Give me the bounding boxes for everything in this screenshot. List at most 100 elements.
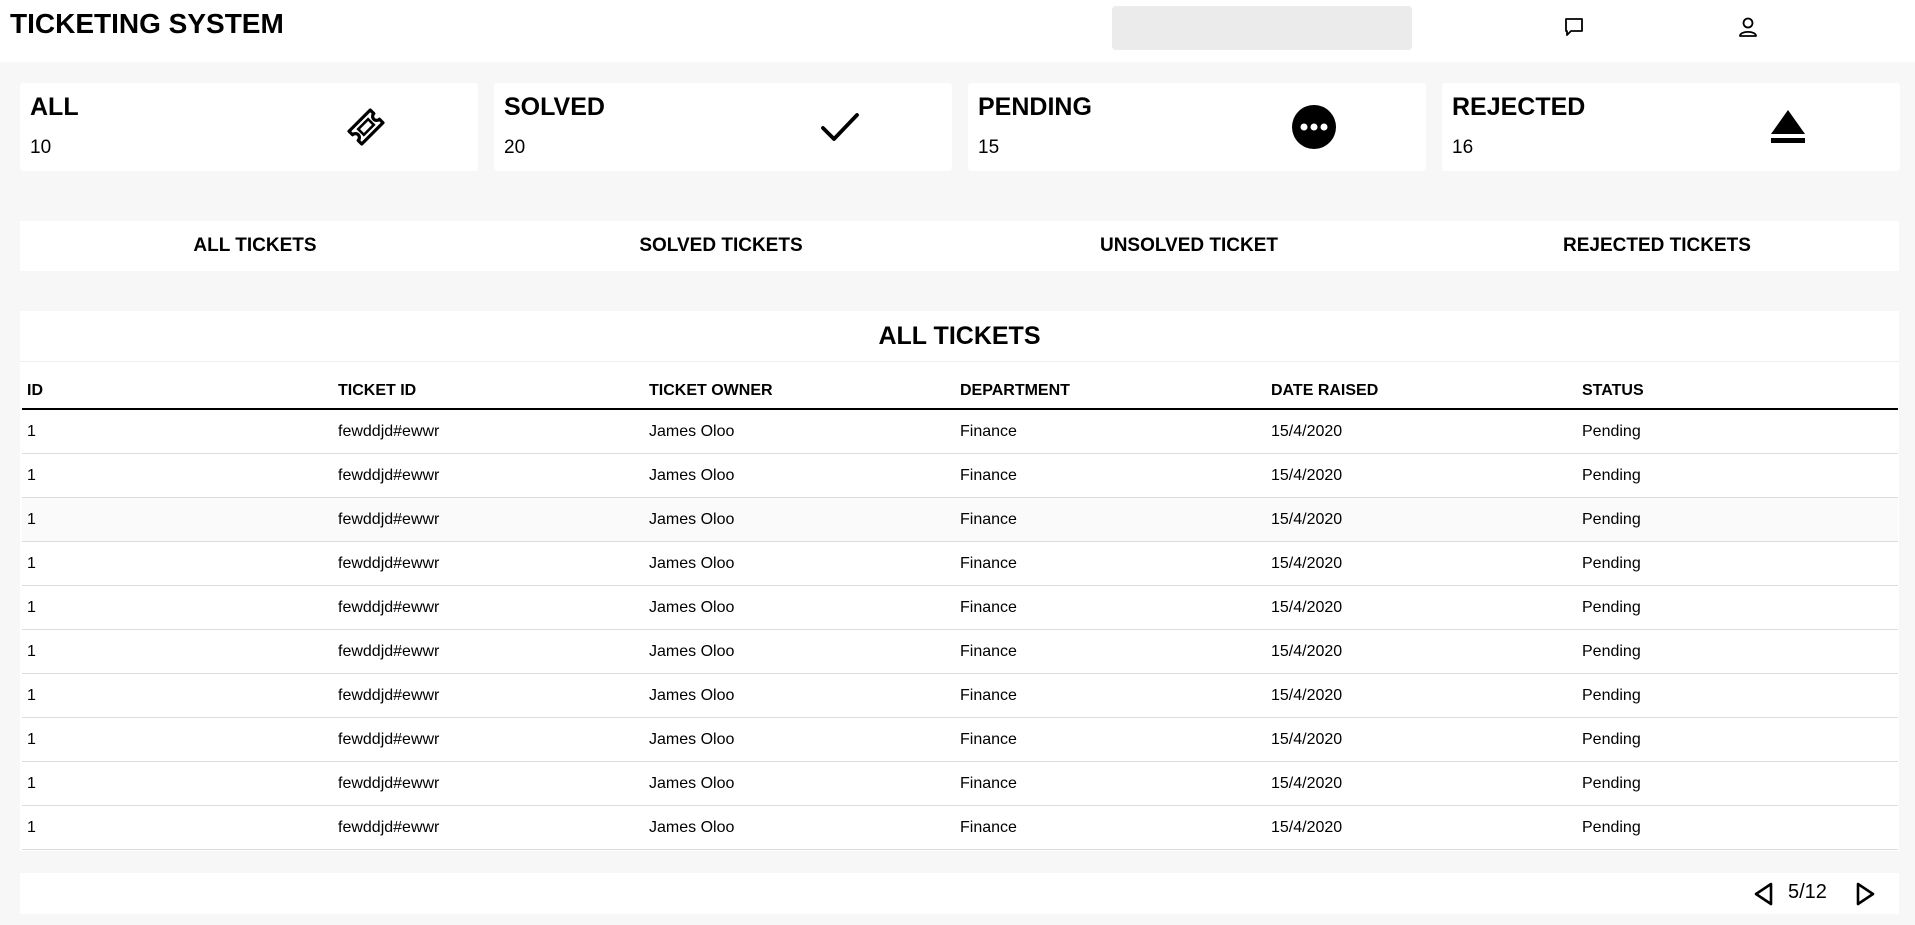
cell-date-raised: 15/4/2020 [1266, 629, 1577, 674]
cell-id: 1 [22, 409, 333, 454]
cell-status: Pending [1577, 761, 1898, 806]
cell-status: Pending [1577, 805, 1898, 850]
stat-value: 20 [504, 137, 526, 158]
cell-department: Finance [955, 717, 1266, 762]
cell-ticket-id: fewddjd#ewwr [333, 629, 644, 674]
cell-ticket-owner: James Oloo [644, 541, 955, 586]
table-row[interactable]: 1 fewddjd#ewwr James Oloo Finance 15/4/2… [22, 585, 1898, 630]
column-header-ticket-id[interactable]: TICKET ID [333, 374, 644, 410]
cell-status: Pending [1577, 717, 1898, 762]
cell-status: Pending [1577, 497, 1898, 542]
table-row[interactable]: 1 fewddjd#ewwr James Oloo Finance 15/4/2… [22, 673, 1898, 718]
tab-solved-tickets[interactable]: SOLVED TICKETS [486, 221, 956, 271]
stat-value: 10 [30, 137, 52, 158]
cell-status: Pending [1577, 409, 1898, 454]
cell-department: Finance [955, 497, 1266, 542]
table-title: ALL TICKETS [20, 311, 1899, 362]
tickets-table: ID TICKET ID TICKET OWNER DEPARTMENT DAT… [22, 374, 1898, 850]
cell-id: 1 [22, 805, 333, 850]
cell-status: Pending [1577, 541, 1898, 586]
cell-date-raised: 15/4/2020 [1266, 717, 1577, 762]
cell-ticket-owner: James Oloo [644, 673, 955, 718]
cell-date-raised: 15/4/2020 [1266, 585, 1577, 630]
cell-department: Finance [955, 673, 1266, 718]
table-row[interactable]: 1 fewddjd#ewwr James Oloo Finance 15/4/2… [22, 629, 1898, 674]
cell-id: 1 [22, 629, 333, 674]
cell-date-raised: 15/4/2020 [1266, 805, 1577, 850]
cell-date-raised: 15/4/2020 [1266, 453, 1577, 498]
chat-icon[interactable] [1561, 14, 1587, 40]
table-row[interactable]: 1 fewddjd#ewwr James Oloo Finance 15/4/2… [22, 541, 1898, 586]
cell-id: 1 [22, 497, 333, 542]
tab-all-tickets[interactable]: ALL TICKETS [20, 221, 490, 271]
column-header-id[interactable]: ID [22, 374, 333, 410]
stat-card-pending[interactable]: PENDING 15 [968, 83, 1426, 171]
cell-date-raised: 15/4/2020 [1266, 673, 1577, 718]
cell-ticket-owner: James Oloo [644, 629, 955, 674]
cell-ticket-owner: James Oloo [644, 717, 955, 762]
cell-ticket-owner: James Oloo [644, 453, 955, 498]
cell-id: 1 [22, 717, 333, 762]
stat-card-all[interactable]: ALL 10 [20, 83, 478, 171]
prev-page-icon[interactable] [1751, 881, 1775, 907]
cell-status: Pending [1577, 673, 1898, 718]
cell-ticket-id: fewddjd#ewwr [333, 673, 644, 718]
column-header-status[interactable]: STATUS [1577, 374, 1898, 410]
cell-status: Pending [1577, 629, 1898, 674]
cell-status: Pending [1577, 453, 1898, 498]
cell-department: Finance [955, 629, 1266, 674]
cell-ticket-owner: James Oloo [644, 497, 955, 542]
column-header-date-raised[interactable]: DATE RAISED [1266, 374, 1577, 410]
cell-department: Finance [955, 805, 1266, 850]
search-input[interactable] [1112, 6, 1412, 50]
stat-label: PENDING [978, 93, 1092, 121]
cell-id: 1 [22, 541, 333, 586]
stat-label: SOLVED [504, 93, 605, 121]
table-row[interactable]: 1 fewddjd#ewwr James Oloo Finance 15/4/2… [22, 453, 1898, 498]
cell-ticket-id: fewddjd#ewwr [333, 497, 644, 542]
cell-id: 1 [22, 761, 333, 806]
cell-status: Pending [1577, 585, 1898, 630]
ticket-icon [342, 103, 390, 151]
tab-unsolved-ticket[interactable]: UNSOLVED TICKET [954, 221, 1424, 271]
cell-ticket-id: fewddjd#ewwr [333, 761, 644, 806]
stat-value: 16 [1452, 137, 1474, 158]
cell-department: Finance [955, 409, 1266, 454]
column-header-ticket-owner[interactable]: TICKET OWNER [644, 374, 955, 410]
table-row[interactable]: 1 fewddjd#ewwr James Oloo Finance 15/4/2… [22, 497, 1898, 542]
cell-ticket-owner: James Oloo [644, 409, 955, 454]
cell-ticket-owner: James Oloo [644, 805, 955, 850]
cell-ticket-owner: James Oloo [644, 585, 955, 630]
cell-ticket-id: fewddjd#ewwr [333, 453, 644, 498]
table-row[interactable]: 1 fewddjd#ewwr James Oloo Finance 15/4/2… [22, 805, 1898, 850]
cell-department: Finance [955, 541, 1266, 586]
column-header-department[interactable]: DEPARTMENT [955, 374, 1266, 410]
eject-icon [1764, 103, 1812, 151]
cell-department: Finance [955, 761, 1266, 806]
next-page-icon[interactable] [1854, 881, 1878, 907]
cell-date-raised: 15/4/2020 [1266, 761, 1577, 806]
tab-rejected-tickets[interactable]: REJECTED TICKETS [1422, 221, 1892, 271]
stat-label: ALL [30, 93, 79, 121]
cell-id: 1 [22, 453, 333, 498]
ticket-tabs: ALL TICKETS SOLVED TICKETS UNSOLVED TICK… [20, 221, 1899, 271]
stat-label: REJECTED [1452, 93, 1586, 121]
table-row[interactable]: 1 fewddjd#ewwr James Oloo Finance 15/4/2… [22, 409, 1898, 454]
user-icon[interactable] [1735, 14, 1761, 40]
checkmark-icon [816, 103, 864, 151]
cell-id: 1 [22, 585, 333, 630]
stat-card-solved[interactable]: SOLVED 20 [494, 83, 952, 171]
stat-value: 15 [978, 137, 1000, 158]
cell-date-raised: 15/4/2020 [1266, 497, 1577, 542]
cell-date-raised: 15/4/2020 [1266, 409, 1577, 454]
cell-department: Finance [955, 585, 1266, 630]
table-row[interactable]: 1 fewddjd#ewwr James Oloo Finance 15/4/2… [22, 761, 1898, 806]
table-header-row: ID TICKET ID TICKET OWNER DEPARTMENT DAT… [22, 374, 1898, 410]
cell-id: 1 [22, 673, 333, 718]
table-row[interactable]: 1 fewddjd#ewwr James Oloo Finance 15/4/2… [22, 717, 1898, 762]
cell-date-raised: 15/4/2020 [1266, 541, 1577, 586]
app-title: TICKETING SYSTEM [10, 8, 284, 39]
cell-ticket-id: fewddjd#ewwr [333, 585, 644, 630]
cell-ticket-id: fewddjd#ewwr [333, 409, 644, 454]
stat-card-rejected[interactable]: REJECTED 16 [1442, 83, 1900, 171]
